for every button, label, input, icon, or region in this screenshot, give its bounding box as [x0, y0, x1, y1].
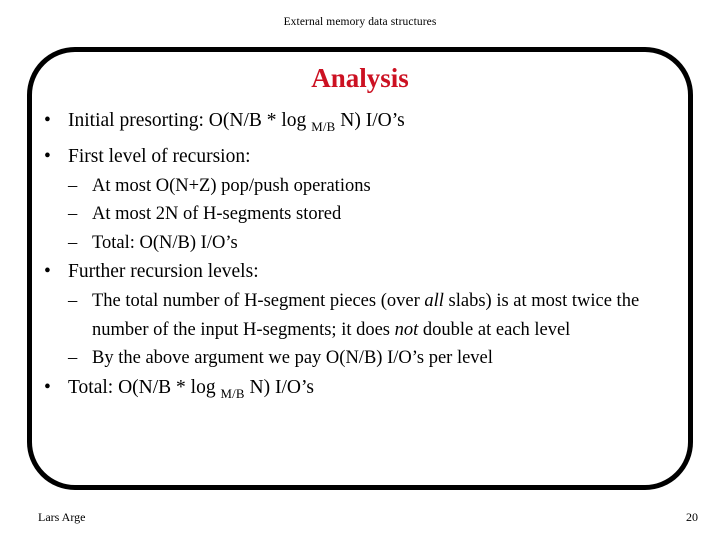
list-item-text: At most O(N+Z) pop/push operations [92, 175, 371, 196]
emphasis-text-all: all [424, 291, 444, 312]
running-header: External memory data structures [283, 16, 437, 28]
list-item-text-tail: N) I/O’s [244, 376, 314, 398]
emphasis-text-not: not [394, 319, 419, 340]
list-item: • Initial presorting: O(N/B * log M/B N) … [30, 106, 690, 142]
dash-bullet-icon: – [68, 232, 78, 253]
list-item-text: The total number of H-segment pieces (ov… [92, 291, 425, 312]
list-item-text: By the above argument we pay O(N/B) I/O’… [92, 348, 493, 369]
list-item-text: double at each level [418, 319, 571, 340]
list-item-text: Initial presorting: O(N/B * log [68, 110, 312, 131]
subscript-text: M/B [311, 119, 336, 134]
footer-page-number: 20 [686, 510, 698, 524]
dash-bullet-icon: – [68, 175, 78, 196]
list-item: • Total: O(N/B * log M/B N) I/O’s [30, 373, 690, 409]
bullet-icon: • [44, 261, 51, 283]
list-item-text: First level of recursion: [68, 145, 251, 167]
list-item-text: Total: O(N/B * log [68, 376, 221, 398]
dash-bullet-icon: – [68, 204, 78, 225]
list-item: – By the above argument we pay O(N/B) I/O… [30, 344, 690, 373]
list-item: • First level of recursion: [30, 142, 690, 172]
bullet-icon: • [44, 376, 51, 398]
dash-bullet-icon: – [68, 291, 78, 312]
list-item: – The total number of H-segment pieces (o… [30, 287, 690, 344]
bullet-list: • Initial presorting: O(N/B * log M/B N) … [30, 106, 690, 409]
list-item: • Further recursion levels: [30, 257, 690, 287]
list-item: – Total: O(N/B) I/O’s [30, 229, 690, 258]
list-item-text: Further recursion levels: [68, 261, 259, 283]
list-item: – At most O(N+Z) pop/push operations [30, 172, 690, 201]
dash-bullet-icon: – [68, 348, 78, 369]
bullet-icon: • [44, 145, 51, 167]
page-title: Analysis [311, 63, 409, 93]
bullet-icon: • [44, 110, 51, 131]
subscript-text: M/B [220, 386, 245, 401]
list-item-text-tail: N) I/O’s [335, 110, 405, 131]
footer-author: Lars Arge [38, 510, 86, 524]
list-item-text: At most 2N of H-segments stored [92, 204, 342, 225]
list-item-text: Total: O(N/B) I/O’s [92, 232, 238, 253]
list-item: – At most 2N of H-segments stored [30, 200, 690, 229]
slide: External memory data structures Analysis… [0, 0, 720, 540]
